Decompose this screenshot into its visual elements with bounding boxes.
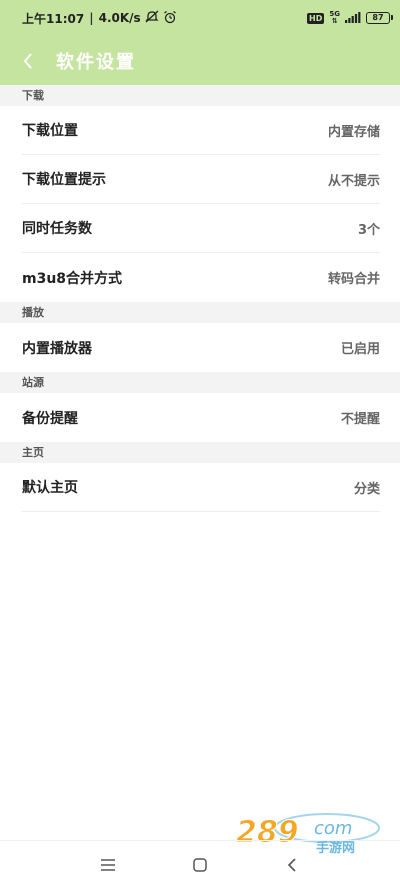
section-header-source: 站源	[0, 372, 400, 393]
settings-list: 下载 下载位置 内置存储 下载位置提示 从不提示 同时任务数 3个 m3u8合并…	[0, 85, 400, 512]
setting-label: 默认主页	[22, 480, 78, 496]
mute-icon	[145, 10, 159, 26]
menu-icon	[101, 858, 115, 871]
setting-value: 内置存储	[327, 124, 380, 140]
section-header-download: 下载	[0, 85, 400, 106]
page-title: 软件设置	[56, 51, 136, 73]
title-bar: 软件设置	[0, 36, 400, 85]
home-button[interactable]	[190, 855, 210, 875]
alarm-icon	[163, 10, 177, 27]
chevron-left-icon	[23, 52, 32, 69]
back-triangle-icon	[287, 857, 296, 872]
section-header-playback: 播放	[0, 302, 400, 323]
data-arrows-icon: ⇅	[331, 17, 338, 25]
setting-row-download-prompt[interactable]: 下载位置提示 从不提示	[22, 155, 380, 204]
status-bar: 上午11:07 | 4.0K/s HD 5G ⇅ 87	[0, 0, 400, 36]
setting-row-m3u8-merge[interactable]: m3u8合并方式 转码合并	[22, 253, 380, 302]
setting-label: 下载位置	[22, 123, 78, 139]
setting-row-builtin-player[interactable]: 内置播放器 已启用	[22, 323, 380, 372]
setting-row-backup-reminder[interactable]: 备份提醒 不提醒	[22, 393, 380, 442]
setting-label: 同时任务数	[22, 221, 92, 237]
setting-label: 下载位置提示	[22, 172, 106, 188]
signal-icon	[345, 11, 361, 26]
home-square-icon	[193, 857, 207, 872]
setting-row-default-home[interactable]: 默认主页 分类	[22, 463, 380, 512]
system-nav-bar	[0, 840, 400, 888]
setting-value: 3个	[357, 222, 380, 238]
setting-value: 不提醒	[340, 412, 380, 427]
status-separator: |	[89, 11, 94, 25]
setting-label: m3u8合并方式	[22, 270, 123, 287]
watermark-suffix: com	[314, 818, 352, 839]
status-speed: 4.0K/s	[98, 11, 141, 25]
network-indicator: 5G ⇅	[329, 11, 340, 25]
app-header: 上午11:07 | 4.0K/s HD 5G ⇅ 87 软件设置	[0, 0, 400, 85]
back-button[interactable]	[0, 36, 56, 85]
setting-value: 已启用	[340, 342, 380, 357]
setting-row-download-location[interactable]: 下载位置 内置存储	[22, 106, 380, 155]
menu-button[interactable]	[98, 855, 118, 875]
battery-level: 87	[372, 13, 384, 22]
status-time: 上午11:07	[22, 11, 85, 26]
setting-value: 转码合并	[327, 272, 380, 287]
setting-row-concurrent-tasks[interactable]: 同时任务数 3个	[22, 204, 380, 253]
setting-label: 内置播放器	[22, 340, 92, 357]
setting-label: 备份提醒	[22, 410, 78, 427]
section-header-home: 主页	[0, 442, 400, 463]
hd-icon: HD	[307, 12, 325, 24]
setting-value: 分类	[353, 481, 380, 497]
setting-value: 从不提示	[327, 173, 380, 189]
nav-back-button[interactable]	[282, 855, 302, 875]
battery-icon: 87	[366, 12, 393, 24]
